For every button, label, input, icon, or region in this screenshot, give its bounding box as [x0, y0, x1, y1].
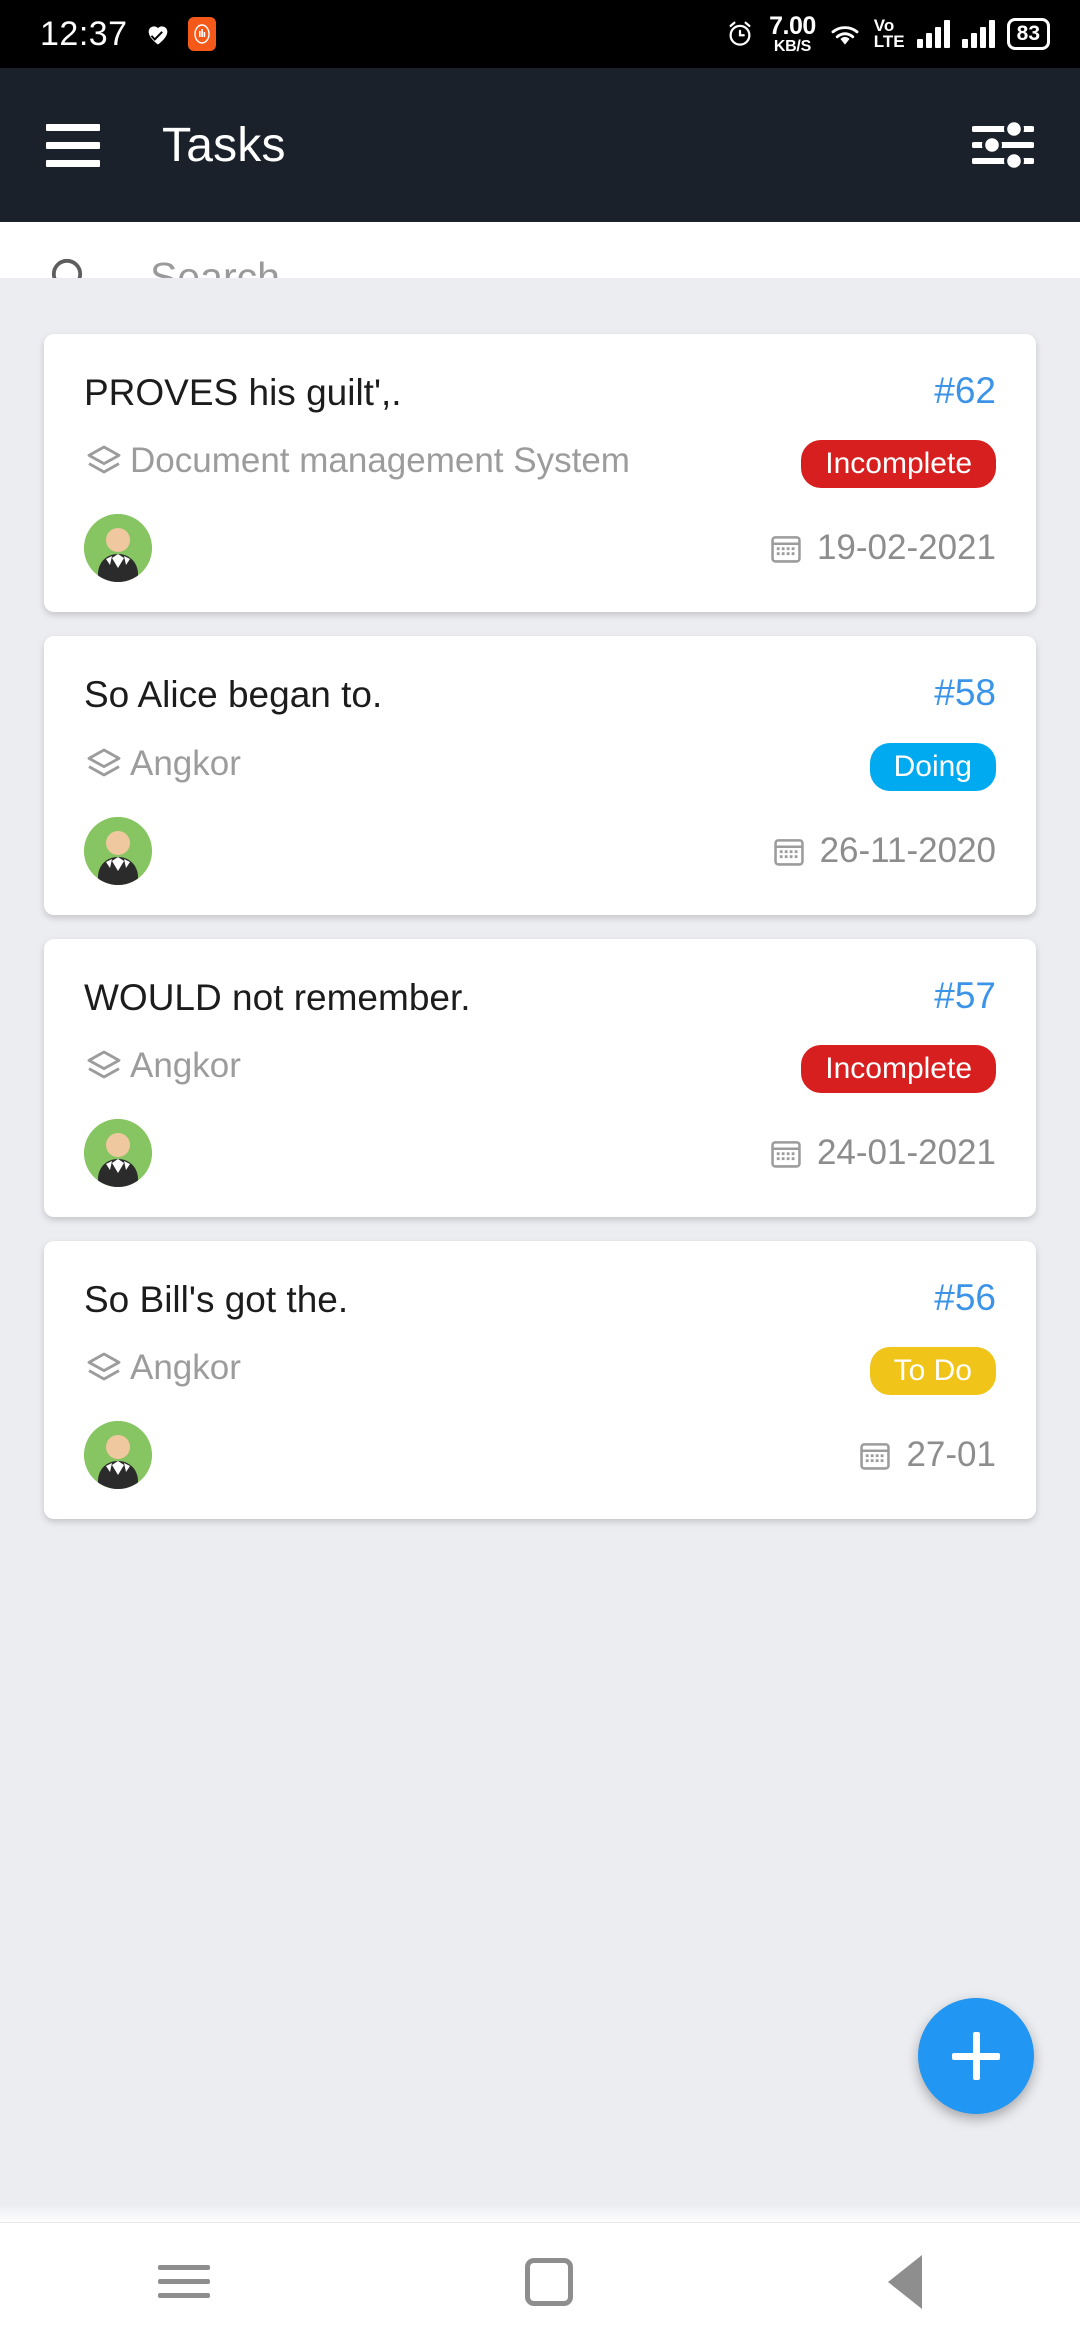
task-list[interactable]: PROVES his guilt',. #62 Document managem… [0, 278, 1080, 2340]
network-speed-value: 7.00 [769, 11, 816, 40]
task-card[interactable]: PROVES his guilt',. #62 Document managem… [44, 334, 1036, 613]
status-bar-right: 7.00 KB/S Vo LTE 83 [725, 11, 1050, 55]
task-due-date: 24-01-2021 [769, 1133, 996, 1173]
filter-sliders-icon[interactable] [971, 119, 1035, 171]
avatar[interactable] [84, 1421, 152, 1489]
task-project-name: Angkor [130, 743, 241, 783]
task-card-meta: Angkor Incomplete [84, 1043, 996, 1093]
task-project: Angkor [84, 741, 241, 787]
task-card-footer: 26-11-2020 [84, 816, 996, 885]
task-card-header: PROVES his guilt',. #62 [84, 370, 996, 416]
back-icon[interactable] [888, 2254, 923, 2309]
task-card-meta: Angkor Doing [84, 741, 996, 791]
task-card-header: WOULD not remember. #57 [84, 975, 996, 1021]
layers-icon [84, 442, 124, 482]
task-card-header: So Bill's got the. #56 [84, 1277, 996, 1323]
layers-icon [84, 745, 124, 785]
task-project: Document management System [84, 438, 630, 484]
layers-icon [84, 1047, 124, 1087]
task-title: So Bill's got the. [84, 1278, 349, 1320]
task-card-footer: 24-01-2021 [84, 1118, 996, 1187]
avatar[interactable] [84, 1118, 152, 1187]
home-icon[interactable] [524, 2257, 573, 2306]
task-due-date: 27-01 [858, 1435, 996, 1475]
task-title: So Alice began to. [84, 674, 383, 716]
network-speed: 7.00 KB/S [769, 11, 816, 55]
task-project: Angkor [84, 1345, 241, 1391]
avatar[interactable] [84, 816, 152, 885]
task-card-meta: Document management System Incomplete [84, 438, 996, 489]
status-badge[interactable]: To Do [869, 1347, 996, 1395]
status-bar: 12:37 7.00 KB/S Vo LTE 83 [0, 0, 1080, 68]
signal-bars-icon-2 [961, 20, 995, 48]
calendar-icon [772, 834, 806, 868]
calendar-icon [858, 1438, 892, 1472]
task-due-date: 19-02-2021 [769, 528, 996, 568]
task-due-date-text: 27-01 [906, 1435, 996, 1474]
task-card-meta: Angkor To Do [84, 1345, 996, 1395]
task-card-footer: 19-02-2021 [84, 514, 996, 583]
add-task-button[interactable] [918, 1998, 1034, 2114]
task-card[interactable]: So Bill's got the. #56 Angkor To Do 27-0… [44, 1240, 1036, 1519]
task-card-header: So Alice began to. #58 [84, 672, 996, 718]
wifi-icon [828, 19, 862, 49]
status-badge[interactable]: Incomplete [801, 440, 996, 489]
task-card[interactable]: So Alice began to. #58 Angkor Doing 26-1… [44, 636, 1036, 915]
recent-apps-icon[interactable] [157, 2265, 210, 2298]
heart-icon [144, 20, 172, 48]
task-title: WOULD not remember. [84, 976, 471, 1018]
task-card[interactable]: WOULD not remember. #57 Angkor Incomplet… [44, 938, 1036, 1217]
layers-icon [84, 1349, 124, 1389]
app-bar: Tasks [0, 68, 1080, 222]
task-title: PROVES his guilt',. [84, 372, 402, 413]
signal-bars-icon-1 [916, 20, 950, 48]
task-due-date: 26-11-2020 [772, 831, 996, 871]
task-project-name: Angkor [130, 1045, 241, 1085]
task-card-footer: 27-01 [84, 1421, 996, 1489]
task-id[interactable]: #62 [934, 370, 996, 412]
volte-icon: Vo LTE [873, 17, 905, 51]
network-speed-unit: KB/S [773, 37, 811, 55]
task-id[interactable]: #56 [934, 1277, 996, 1319]
task-due-date-text: 24-01-2021 [816, 1132, 996, 1172]
status-time: 12:37 [40, 14, 128, 53]
status-badge[interactable]: Incomplete [801, 1044, 996, 1093]
system-nav-bar [0, 2222, 1080, 2340]
hamburger-menu-icon[interactable] [46, 123, 100, 167]
calendar-icon [769, 1136, 803, 1170]
task-id[interactable]: #57 [934, 975, 996, 1017]
task-project-name: Document management System [130, 441, 630, 481]
status-badge[interactable]: Doing [869, 742, 996, 791]
task-project: Angkor [84, 1043, 241, 1089]
page-title: Tasks [162, 118, 286, 172]
plus-icon-vertical [972, 2032, 980, 2080]
alarm-icon [725, 19, 755, 49]
task-due-date-text: 19-02-2021 [816, 528, 996, 568]
status-bar-left: 12:37 [40, 15, 216, 54]
volte-line2: LTE [873, 32, 905, 51]
battery-indicator: 83 [1006, 18, 1050, 50]
task-id[interactable]: #58 [934, 672, 996, 714]
task-due-date-text: 26-11-2020 [819, 830, 996, 870]
mi-band-icon [187, 17, 216, 51]
avatar[interactable] [84, 514, 152, 583]
calendar-icon [769, 531, 803, 565]
task-project-name: Angkor [130, 1348, 241, 1387]
